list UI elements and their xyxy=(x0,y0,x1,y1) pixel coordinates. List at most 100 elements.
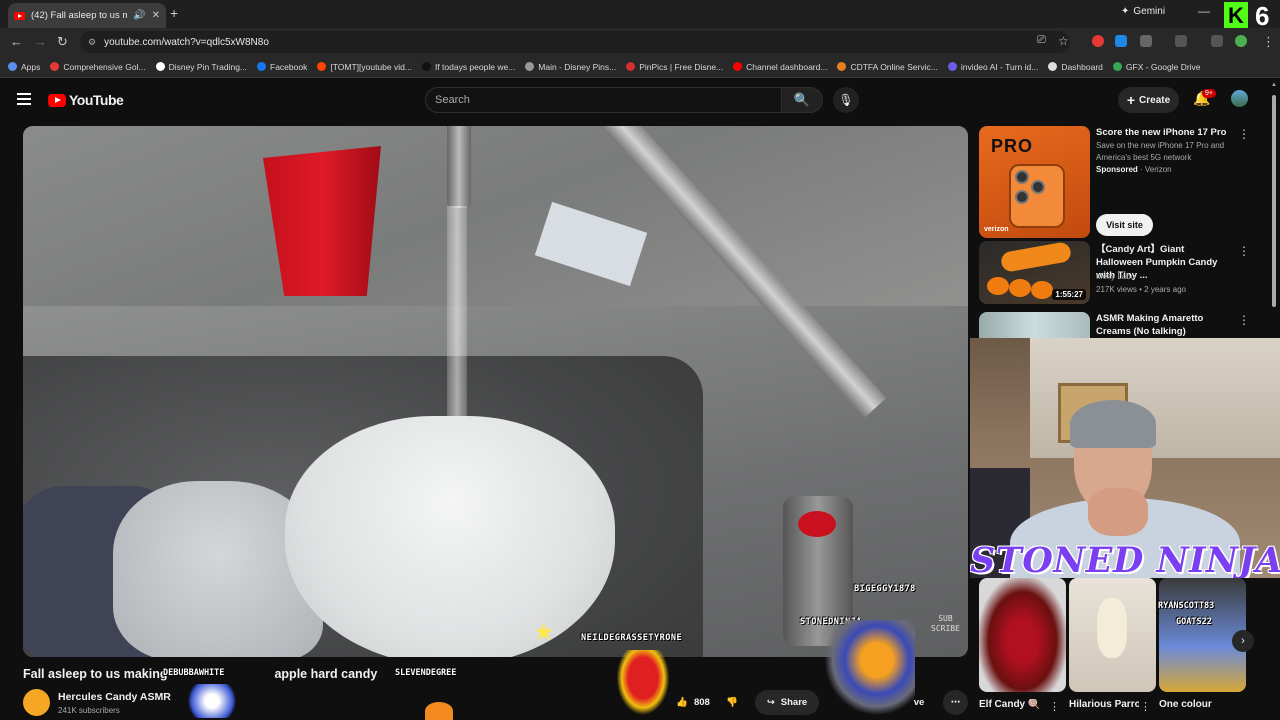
robot-sprite-icon xyxy=(182,684,242,718)
ad-sponsor-line: Sponsored · Verizon xyxy=(1096,164,1231,176)
bookmark-item[interactable]: Comprehensive Gol... xyxy=(50,62,146,72)
thumb-carrot-shape xyxy=(999,241,1073,273)
overlay-name-goats: GOATS22 xyxy=(1176,617,1212,627)
bookmark-label: PinPics | Free Disne... xyxy=(639,61,724,72)
rec1-thumbnail[interactable]: 1:55:27 xyxy=(979,241,1090,304)
extensions-puzzle-icon[interactable] xyxy=(1140,35,1152,47)
bookmark-label: Disney Pin Trading... xyxy=(168,61,248,72)
browser-menu-icon[interactable]: ⋮ xyxy=(1262,34,1275,50)
short-thumbnail-2[interactable] xyxy=(1069,578,1156,692)
search-button[interactable]: 🔍 xyxy=(781,87,823,113)
bookmark-item[interactable]: invideo AI - Turn id... xyxy=(947,62,1038,72)
bookmark-item[interactable]: PinPics | Free Disne... xyxy=(626,62,723,72)
short-title-3[interactable]: One colour xyxy=(1159,699,1229,710)
video-player[interactable]: ★ BIGEGGY1878 NEILDEGRASSETYRONE STONEDN… xyxy=(23,126,968,657)
bookmark-item[interactable]: GFX - Google Drive xyxy=(1112,62,1201,72)
ad-thumbnail[interactable]: PRO verizon xyxy=(979,126,1090,238)
bookmark-favicon-icon xyxy=(626,62,636,71)
bookmark-item[interactable]: Channel dashboard... xyxy=(733,62,827,72)
bookmark-favicon-icon xyxy=(837,62,847,71)
address-bar-row: ← → ↻ ⚙ youtube.com/watch?v=qdlc5xW8N8o … xyxy=(0,28,1280,56)
bookmark-item[interactable]: If todays people we... xyxy=(421,62,515,72)
camera-lens-icon xyxy=(1031,180,1045,194)
rec1-more-icon[interactable]: ⋮ xyxy=(1238,244,1250,258)
short-title-2[interactable]: Hilarious Parrot xyxy=(1069,699,1139,710)
ad-description: Save on the new iPhone 17 Pro and Americ… xyxy=(1096,141,1225,162)
overlay-name-ryan: RYANSCOTT83 xyxy=(1158,601,1215,611)
youtube-masthead: YouTube Search 🔍 🎙 + Create 🔔 9+ xyxy=(0,78,1280,122)
save-label: ve xyxy=(913,697,925,708)
youtube-logo[interactable]: YouTube xyxy=(48,92,124,108)
minimize-icon[interactable]: — xyxy=(1198,4,1210,18)
bookmark-star-icon[interactable]: ☆ xyxy=(1058,34,1069,48)
rec2-title[interactable]: ASMR Making Amaretto Creams (No talking) xyxy=(1096,312,1231,338)
iphone-image xyxy=(1009,164,1065,228)
speaker-icon[interactable]: 🔊 xyxy=(133,10,145,21)
shorts-next-button[interactable]: › xyxy=(1232,630,1254,652)
bookmark-item[interactable]: Main - Disney Pins... xyxy=(525,62,616,72)
url-text: youtube.com/watch?v=qdlc5xW8N8o xyxy=(104,36,269,48)
bookmark-item[interactable]: Apps xyxy=(8,62,40,72)
sidepanel-icon[interactable] xyxy=(1175,35,1187,47)
short-title-1[interactable]: Elf Candy 🍭 xyxy=(979,699,1049,710)
save-button[interactable]: ve xyxy=(904,690,934,715)
share-button[interactable]: ↪ Share xyxy=(755,690,819,715)
bookmark-item[interactable]: Dashboard xyxy=(1048,62,1103,72)
dislike-button[interactable]: 👎 xyxy=(720,690,744,715)
extension-red-icon[interactable] xyxy=(1092,35,1104,47)
bookmark-label: CDTFA Online Servic... xyxy=(850,61,938,72)
like-button[interactable]: 👍 808 xyxy=(668,690,718,715)
youtube-play-icon xyxy=(48,93,66,107)
bookmark-item[interactable]: Disney Pin Trading... xyxy=(155,61,248,72)
ad-title[interactable]: Score the new iPhone 17 Pro xyxy=(1096,126,1231,139)
short-2-more-icon[interactable]: ⋮ xyxy=(1140,700,1151,713)
visit-site-button[interactable]: Visit site xyxy=(1096,214,1153,236)
bookmark-label: Main - Disney Pins... xyxy=(538,61,617,72)
voice-search-button[interactable]: 🎙 xyxy=(833,87,859,113)
scroll-up-arrow-icon[interactable]: ▲ xyxy=(1271,82,1277,88)
site-info-icon[interactable]: ⚙ xyxy=(88,37,96,48)
video-frame-red-knob xyxy=(798,511,836,537)
search-input[interactable]: Search xyxy=(425,87,782,113)
video-title-part2: apple hard candy xyxy=(274,667,378,681)
parrot-image xyxy=(1097,598,1127,658)
hamburger-menu-icon[interactable] xyxy=(17,93,31,105)
reload-icon[interactable]: ↻ xyxy=(57,34,68,50)
rec1-meta: 217K views • 2 years ago xyxy=(1096,285,1186,294)
back-arrow-icon[interactable]: ← xyxy=(10,34,23,49)
url-omnibox[interactable]: ⚙ youtube.com/watch?v=qdlc5xW8N8o xyxy=(80,31,1070,53)
more-actions-button[interactable]: ⋯ xyxy=(943,690,968,715)
ad-more-icon[interactable]: ⋮ xyxy=(1238,127,1250,141)
channel-avatar[interactable] xyxy=(23,689,50,716)
bookmark-item[interactable]: Facebook xyxy=(257,62,307,72)
notifications-badge: 9+ xyxy=(1202,89,1216,98)
bookmark-item[interactable]: CDTFA Online Servic... xyxy=(837,61,938,72)
forward-arrow-icon[interactable]: → xyxy=(34,34,47,49)
overlay-name-neil: NEILDEGRASSETYRONE xyxy=(581,633,683,643)
create-button[interactable]: + Create xyxy=(1118,87,1179,113)
rec1-channel[interactable]: Melty Labo xyxy=(1096,271,1231,283)
page-scrollbar-thumb[interactable] xyxy=(1272,95,1276,307)
share-label: Share xyxy=(780,697,808,708)
bookmark-favicon-icon xyxy=(317,62,327,71)
streamer-webcam: STONED NINJA xyxy=(970,338,1280,578)
reading-list-icon[interactable] xyxy=(1211,35,1223,47)
close-tab-icon[interactable]: ✕ xyxy=(152,10,160,21)
new-tab-button[interactable]: + xyxy=(170,5,178,21)
fighter-sprite-icon xyxy=(820,620,915,720)
short-thumbnail-1[interactable] xyxy=(979,578,1066,692)
gemini-button[interactable]: ✦ Gemini xyxy=(1121,6,1165,17)
search-icon: 🔍 xyxy=(793,92,811,107)
browser-tab[interactable]: (42) Fall asleep to us making 🔊 ✕ xyxy=(8,3,166,28)
profile-icon[interactable] xyxy=(1235,35,1247,47)
channel-name[interactable]: Hercules Candy ASMR xyxy=(58,691,171,703)
cast-icon[interactable]: ⎚ xyxy=(1037,34,1046,47)
bookmark-item[interactable]: [TOMT][youtube vid... xyxy=(317,62,412,72)
ad-advertiser: Verizon xyxy=(1144,165,1172,174)
bookmark-favicon-icon xyxy=(733,62,743,71)
rec2-more-icon[interactable]: ⋮ xyxy=(1238,313,1250,327)
rec2-thumbnail[interactable] xyxy=(979,312,1090,338)
short-1-more-icon[interactable]: ⋮ xyxy=(1049,700,1060,713)
account-avatar[interactable] xyxy=(1231,90,1248,107)
extension-blue-icon[interactable] xyxy=(1115,35,1127,47)
